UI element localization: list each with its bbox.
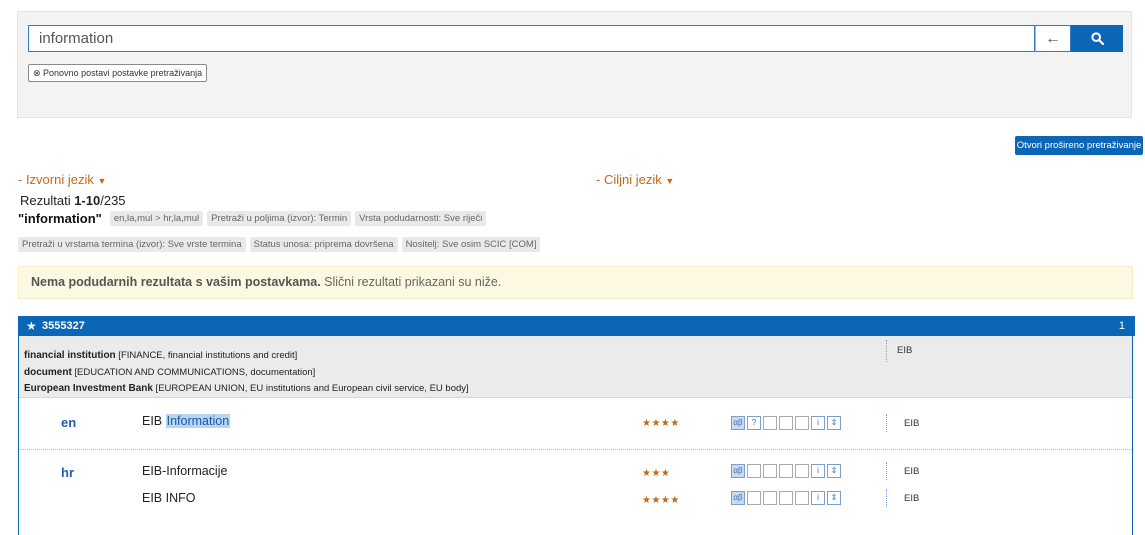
- arrow-left-icon: ←: [1045, 30, 1061, 47]
- search-input[interactable]: [28, 25, 1035, 52]
- empty-flag-icon: [763, 491, 777, 505]
- domain-line: European Investment Bank [EUROPEAN UNION…: [24, 383, 469, 394]
- divider: [886, 462, 887, 480]
- language-block-hr: hr EIB-Informacije ★★★ αβ i ⇕ EIB EIB IN…: [19, 456, 1132, 516]
- reliability-rating: ★★★: [642, 468, 671, 479]
- term-text[interactable]: EIB INFO: [142, 491, 195, 505]
- target-language-dropdown[interactable]: - Ciljni jezik ▼: [596, 172, 674, 187]
- language-code: en: [61, 415, 77, 430]
- advanced-search-button[interactable]: Otvori prošireno pretraživanje: [1015, 136, 1143, 155]
- term-source: EIB: [904, 466, 920, 477]
- term-text[interactable]: EIB Information: [142, 414, 231, 428]
- language-code: hr: [61, 465, 74, 480]
- filter-chip: Status unosa: priprema dovršena: [249, 237, 398, 252]
- term-metadata-icons: αβ i ⇕: [731, 464, 843, 478]
- back-button[interactable]: ←: [1035, 25, 1071, 52]
- results-total: /235: [100, 193, 126, 208]
- sort-icon[interactable]: ⇕: [827, 464, 841, 478]
- caret-down-icon: ▼: [665, 176, 675, 186]
- divider: [886, 414, 887, 432]
- abbreviation-icon[interactable]: αβ: [731, 416, 745, 430]
- help-icon[interactable]: ?: [747, 416, 761, 430]
- empty-flag-icon: [747, 491, 761, 505]
- term-source: EIB: [904, 418, 920, 429]
- domain-line: financial institution [FINANCE, financia…: [24, 350, 298, 361]
- sort-icon[interactable]: ⇕: [827, 491, 841, 505]
- reliability-rating: ★★★★: [642, 495, 680, 506]
- query-term: "information": [18, 211, 102, 226]
- language-block-en: en EIB Information ★★★★ αβ ? i ⇕ EIB: [19, 400, 1132, 436]
- star-icon[interactable]: ★: [26, 316, 37, 336]
- filter-chip: Pretraži u vrstama termina (izvor): Sve …: [18, 237, 246, 252]
- entry-header[interactable]: ★ 3555327 1: [18, 316, 1135, 336]
- entry-id[interactable]: 3555327: [42, 316, 85, 336]
- empty-flag-icon: [779, 491, 793, 505]
- domain-line: document [EDUCATION AND COMMUNICATIONS, …: [24, 367, 316, 378]
- term-metadata-icons: αβ i ⇕: [731, 491, 843, 505]
- empty-flag-icon: [795, 464, 809, 478]
- divider: [886, 489, 887, 507]
- filter-chip: en,la,mul > hr,la,mul: [109, 211, 204, 226]
- caret-down-icon: ▼: [97, 176, 107, 186]
- empty-flag-icon: [795, 416, 809, 430]
- row-separator: [19, 449, 1132, 450]
- result-entry-card: ★ 3555327 1 financial institution [FINAN…: [18, 316, 1135, 535]
- search-filters-row-1: "information" en,la,mul > hr,la,mul Pret…: [18, 211, 487, 226]
- empty-flag-icon: [779, 464, 793, 478]
- search-icon: [1091, 32, 1104, 45]
- domain-owner-code: EIB: [897, 345, 913, 356]
- info-icon[interactable]: i: [811, 491, 825, 505]
- abbreviation-icon[interactable]: αβ: [731, 491, 745, 505]
- empty-flag-icon: [779, 416, 793, 430]
- search-button[interactable]: [1071, 25, 1123, 52]
- filter-chip: Nositelj: Sve osim SCIC [COM]: [401, 237, 541, 252]
- filter-chip: Pretraži u poljima (izvor): Termin: [207, 211, 352, 226]
- filter-chip: Vrsta podudarnosti: Sve riječi: [355, 211, 487, 226]
- results-range: 1-10: [74, 193, 101, 208]
- empty-flag-icon: [763, 464, 777, 478]
- search-highlight: Information: [165, 414, 231, 428]
- reliability-rating: ★★★★: [642, 418, 680, 429]
- info-icon[interactable]: i: [811, 416, 825, 430]
- term-text[interactable]: EIB-Informacije: [142, 464, 227, 478]
- search-panel: ← ⊗ Ponovno postavi postavke pretraživan…: [17, 11, 1132, 118]
- reset-search-settings-button[interactable]: ⊗ Ponovno postavi postavke pretraživanja: [28, 64, 208, 82]
- entry-domains: financial institution [FINANCE, financia…: [19, 336, 1132, 398]
- empty-flag-icon: [795, 491, 809, 505]
- term-metadata-icons: αβ ? i ⇕: [731, 416, 843, 430]
- search-filters-row-2: Pretraži u vrstama termina (izvor): Sve …: [18, 237, 541, 252]
- no-match-notice: Nema podudarnih rezultata s vašim postav…: [18, 266, 1133, 299]
- sort-icon[interactable]: ⇕: [827, 416, 841, 430]
- empty-flag-icon: [747, 464, 761, 478]
- divider: [886, 340, 887, 362]
- entry-page-number: 1: [1118, 320, 1125, 332]
- abbreviation-icon[interactable]: αβ: [731, 464, 745, 478]
- empty-flag-icon: [763, 416, 777, 430]
- target-language-label: - Ciljni jezik: [596, 172, 662, 187]
- source-language-dropdown[interactable]: - Izvorni jezik ▼: [18, 172, 106, 187]
- info-icon[interactable]: i: [811, 464, 825, 478]
- results-count: Rezultati 1-10/235: [20, 193, 126, 208]
- term-source: EIB: [904, 493, 920, 504]
- source-language-label: - Izvorni jezik: [18, 172, 94, 187]
